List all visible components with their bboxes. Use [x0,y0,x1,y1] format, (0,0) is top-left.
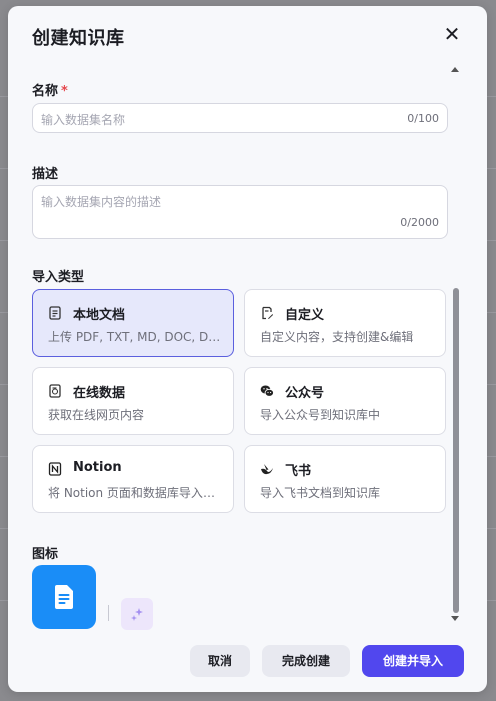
import-option-feishu[interactable]: 飞书 导入飞书文档到知识库 [244,445,446,513]
import-option-title: Notion [73,460,122,475]
description-label: 描述 [32,167,59,182]
create-knowledge-base-dialog: 创建知识库 ✕ 名称 * 输入数据集名称 0/100 描述 输入数据集内容的描述 … [8,6,487,692]
description-placeholder: 输入数据集内容的描述 [41,195,162,209]
import-option-local-docs[interactable]: 本地文档 上传 PDF, TXT, MD, DOC, DOCX [32,289,234,357]
name-input[interactable]: 输入数据集名称 0/100 [32,103,448,133]
import-option-desc: 将 Notion 页面和数据库导入知识库 [48,486,224,500]
import-option-desc: 导入飞书文档到知识库 [260,486,381,500]
knowledge-base-icon-picker[interactable] [32,565,96,629]
edit-doc-icon [262,306,273,320]
import-option-title: 自定义 [285,308,325,323]
import-option-wechat[interactable]: 公众号 导入公众号到知识库中 [244,367,446,435]
scrollbar-thumb[interactable] [453,288,459,613]
ai-generate-icon-button[interactable] [121,598,153,630]
notion-icon [48,462,62,476]
import-option-custom[interactable]: 自定义 自定义内容，支持创建&编辑 [244,289,446,357]
import-option-desc: 自定义内容，支持创建&编辑 [260,330,414,344]
scroll-up-arrow-icon[interactable] [451,67,459,72]
import-option-title: 本地文档 [73,308,126,323]
import-option-notion[interactable]: Notion 将 Notion 页面和数据库导入知识库 [32,445,234,513]
icon-divider [108,605,109,621]
web-doc-icon [49,384,61,398]
import-option-desc: 获取在线网页内容 [48,408,145,422]
description-textarea[interactable]: 输入数据集内容的描述 0/2000 [32,185,448,239]
import-option-title: 公众号 [285,386,325,401]
import-option-title: 飞书 [285,464,312,479]
name-input-placeholder: 输入数据集名称 [41,113,126,127]
import-option-online-data[interactable]: 在线数据 获取在线网页内容 [32,367,234,435]
import-option-desc: 导入公众号到知识库中 [260,408,381,422]
import-option-desc: 上传 PDF, TXT, MD, DOC, DOCX [48,330,224,344]
create-and-import-button[interactable]: 创建并导入 [362,645,464,677]
wechat-icon [260,385,274,397]
scroll-down-arrow-icon[interactable] [451,616,459,621]
import-type-label: 导入类型 [32,270,85,285]
finish-create-button[interactable]: 完成创建 [262,645,350,677]
required-mark: * [61,84,68,99]
document-icon [49,306,61,320]
description-char-counter: 0/2000 [400,216,439,229]
document-icon [55,585,73,609]
sparkle-icon [131,608,143,621]
name-char-counter: 0/100 [407,112,439,125]
close-icon[interactable]: ✕ [440,22,464,46]
feishu-icon [261,464,273,475]
icon-label: 图标 [32,547,59,562]
cancel-button[interactable]: 取消 [190,645,250,677]
dialog-title: 创建知识库 [32,28,125,49]
import-option-title: 在线数据 [73,386,126,401]
name-label: 名称 * [32,84,68,99]
